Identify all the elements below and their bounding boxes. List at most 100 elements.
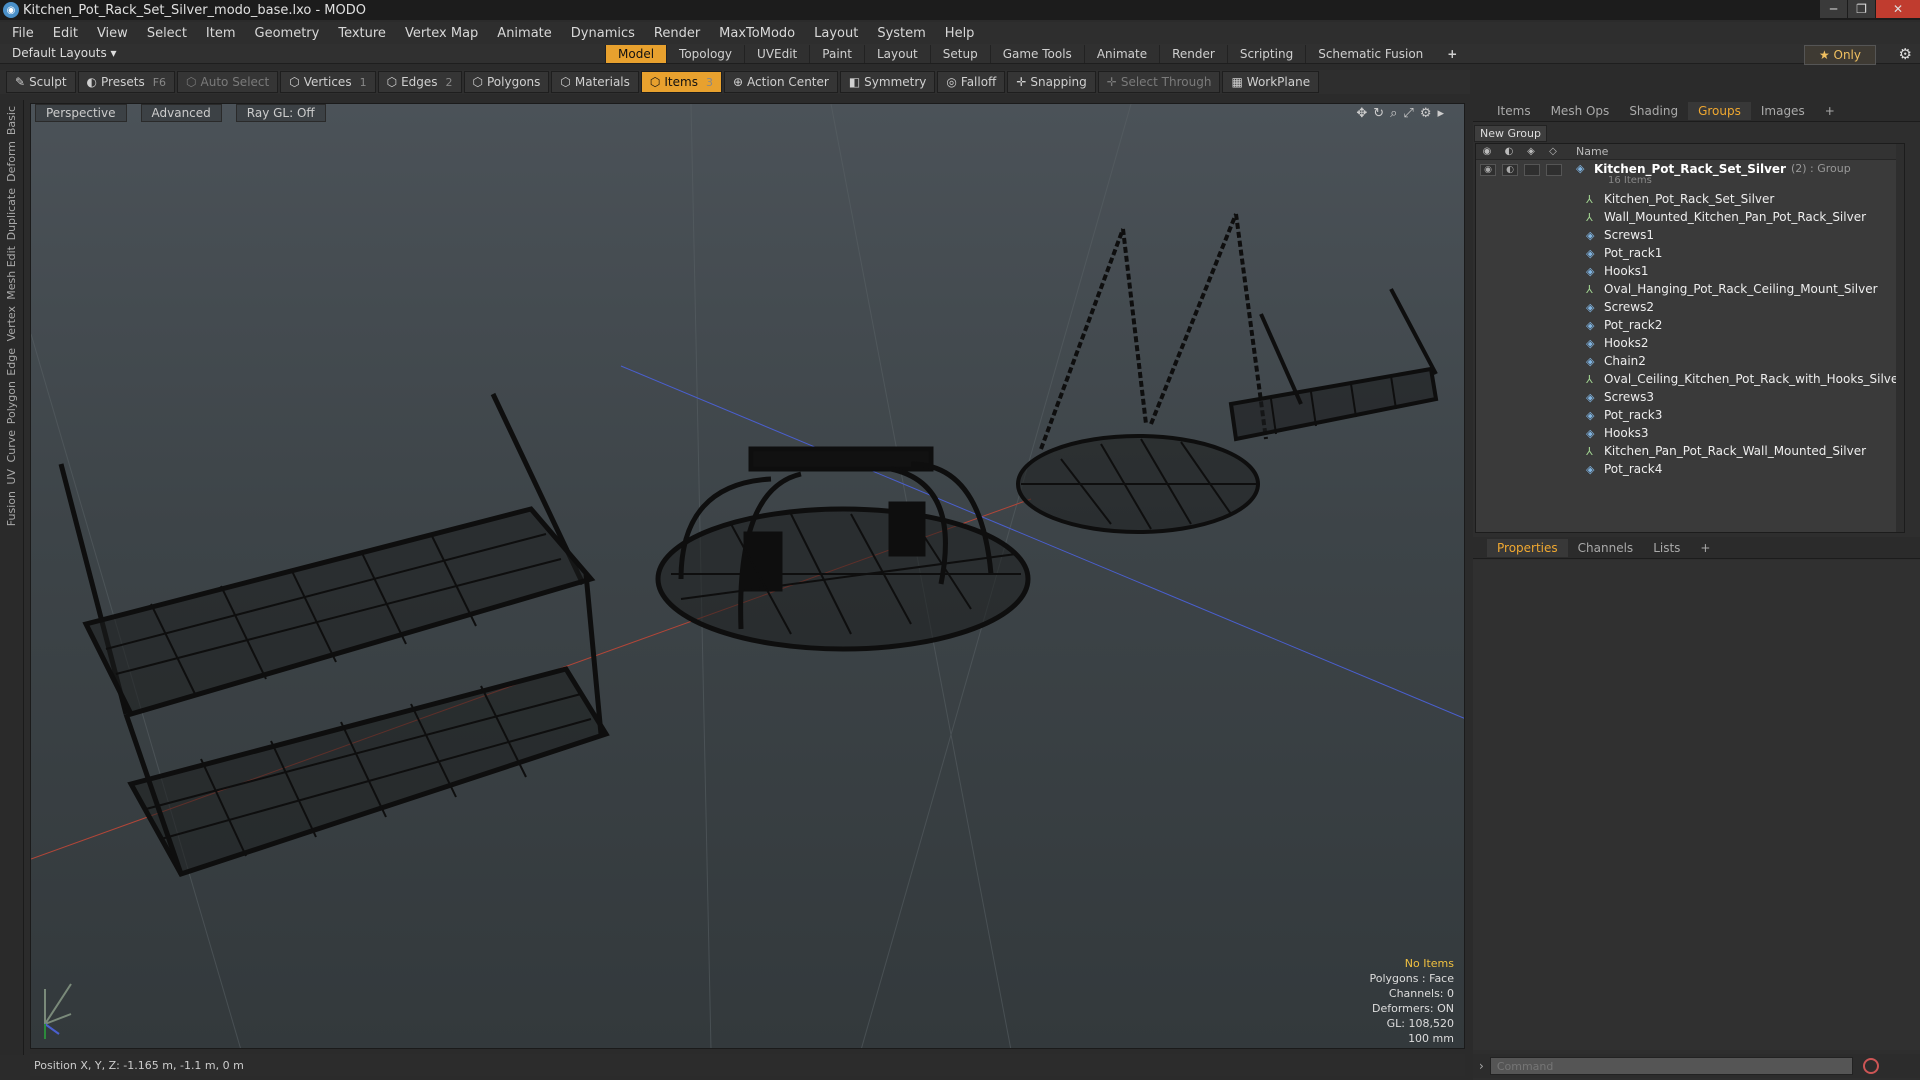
left-tab-mesh-edit[interactable]: Mesh Edit	[5, 246, 19, 300]
only-button[interactable]: ★ Only	[1803, 45, 1876, 65]
tab-render[interactable]: Render	[1159, 45, 1227, 63]
expand-arrow-icon[interactable]: ▸	[1437, 106, 1444, 121]
list-item[interactable]: ⅄ Oval_Ceiling_Kitchen_Pot_Rack_with_Hook…	[1476, 370, 1904, 388]
lock-icon[interactable]: ◈	[1520, 146, 1542, 157]
list-item[interactable]: ◈ Chain2	[1476, 352, 1904, 370]
group-select-icon[interactable]	[1546, 164, 1562, 176]
tab-properties[interactable]: Properties	[1487, 538, 1568, 557]
group-lock-icon[interactable]	[1524, 164, 1540, 176]
list-scrollbar[interactable]	[1896, 144, 1904, 532]
left-tab-vertex[interactable]: Vertex	[5, 306, 19, 341]
menu-view[interactable]: View	[97, 26, 128, 41]
select-icon[interactable]: ◇	[1542, 146, 1564, 157]
shading-advanced-dropdown[interactable]: Advanced	[140, 104, 222, 122]
stop-icon[interactable]	[1862, 1058, 1879, 1074]
left-tab-polygon[interactable]: Polygon	[5, 381, 19, 424]
view-perspective-dropdown[interactable]: Perspective	[35, 104, 127, 122]
tab-uvedit[interactable]: UVEdit	[744, 45, 809, 63]
add-tab-button[interactable]: +	[1435, 45, 1469, 63]
menu-render[interactable]: Render	[654, 26, 700, 41]
maximize-button[interactable]: ❐	[1848, 0, 1875, 18]
list-item[interactable]: ⅄ Kitchen_Pot_Rack_Set_Silver	[1476, 190, 1904, 208]
zoom-icon[interactable]: ⌕	[1390, 106, 1397, 121]
list-item[interactable]: ◈ Screws2	[1476, 298, 1904, 316]
tab-paint[interactable]: Paint	[809, 45, 864, 63]
list-item[interactable]: ⅄ Kitchen_Pan_Pot_Rack_Wall_Mounted_Silve…	[1476, 442, 1904, 460]
group-eye-icon[interactable]: ◉	[1480, 164, 1496, 176]
menu-texture[interactable]: Texture	[338, 26, 386, 41]
list-item[interactable]: ◈ Pot_rack2	[1476, 316, 1904, 334]
left-tab-basic[interactable]: Basic	[5, 106, 19, 135]
edges-button[interactable]: ⬡ Edges 2	[377, 71, 462, 93]
list-item[interactable]: ◈ Pot_rack4	[1476, 460, 1904, 478]
default-layouts-dropdown[interactable]: Default Layouts ▾	[12, 46, 117, 60]
viewport-gear-icon[interactable]: ⚙	[1420, 106, 1432, 121]
new-group-button[interactable]: New Group	[1474, 125, 1547, 142]
menu-system[interactable]: System	[877, 26, 925, 41]
list-item[interactable]: ◈ Screws3	[1476, 388, 1904, 406]
group-row[interactable]: ◉ ◐ ◈ Kitchen_Pot_Rack_Set_Silver (2) : …	[1476, 160, 1904, 190]
menu-item[interactable]: Item	[206, 26, 236, 41]
vertices-button[interactable]: ⬡ Vertices 1	[280, 71, 376, 93]
rotate-icon[interactable]: ↻	[1373, 106, 1384, 121]
tab-images[interactable]: Images	[1751, 102, 1815, 120]
snapping-button[interactable]: ✛ Snapping	[1007, 71, 1096, 93]
command-input[interactable]	[1489, 1057, 1853, 1075]
tab-channels[interactable]: Channels	[1568, 539, 1644, 557]
list-item[interactable]: ◈ Hooks2	[1476, 334, 1904, 352]
menu-select[interactable]: Select	[147, 26, 187, 41]
render-icon[interactable]: ◐	[1498, 146, 1520, 157]
minimize-button[interactable]: ─	[1820, 0, 1847, 18]
left-tab-duplicate[interactable]: Duplicate	[5, 188, 19, 240]
items-button[interactable]: ⬡ Items 3	[640, 71, 722, 93]
pan-icon[interactable]: ✥	[1356, 106, 1367, 121]
list-item[interactable]: ⅄ Wall_Mounted_Kitchen_Pan_Pot_Rack_Silve…	[1476, 208, 1904, 226]
action-center-button[interactable]: ⊕ Action Center	[723, 71, 838, 93]
menu-file[interactable]: File	[12, 26, 34, 41]
tab-shading[interactable]: Shading	[1619, 102, 1688, 120]
menu-animate[interactable]: Animate	[497, 26, 551, 41]
tab-mesh-ops[interactable]: Mesh Ops	[1541, 102, 1620, 120]
left-tab-fusion[interactable]: Fusion	[5, 491, 19, 526]
tab-lists[interactable]: Lists	[1643, 539, 1690, 557]
auto-select-button[interactable]: ⬡ Auto Select	[177, 71, 279, 93]
tab-model[interactable]: Model	[605, 45, 667, 63]
symmetry-button[interactable]: ◧ Symmetry	[839, 71, 936, 93]
list-item[interactable]: ◈ Hooks1	[1476, 262, 1904, 280]
tab-scripting[interactable]: Scripting	[1226, 45, 1305, 63]
tab-topology[interactable]: Topology	[666, 45, 744, 63]
list-item[interactable]: ◈ Hooks3	[1476, 424, 1904, 442]
tab-layout[interactable]: Layout	[863, 45, 930, 63]
menu-edit[interactable]: Edit	[53, 26, 78, 41]
tab-items[interactable]: Items	[1487, 102, 1541, 120]
sculpt-button[interactable]: ✎ Sculpt	[6, 71, 76, 93]
left-tab-edge[interactable]: Edge	[5, 348, 19, 376]
add-panel-tab-button[interactable]: +	[1815, 102, 1845, 120]
left-tab-deform[interactable]: Deform	[5, 141, 19, 182]
raygl-toggle[interactable]: Ray GL: Off	[235, 104, 326, 122]
tab-groups[interactable]: Groups	[1688, 101, 1751, 120]
polygons-button[interactable]: ⬡ Polygons	[463, 71, 550, 93]
list-item[interactable]: ◈ Pot_rack3	[1476, 406, 1904, 424]
menu-help[interactable]: Help	[945, 26, 975, 41]
materials-button[interactable]: ⬡ Materials	[551, 71, 639, 93]
tab-game-tools[interactable]: Game Tools	[989, 45, 1084, 63]
close-button[interactable]: ✕	[1876, 0, 1920, 18]
list-item[interactable]: ⅄ Oval_Hanging_Pot_Rack_Ceiling_Mount_Sil…	[1476, 280, 1904, 298]
select-through-button[interactable]: ✛ Select Through	[1097, 71, 1221, 93]
list-item[interactable]: ◈ Pot_rack1	[1476, 244, 1904, 262]
tab-schematic-fusion[interactable]: Schematic Fusion	[1305, 45, 1435, 63]
gear-icon[interactable]: ⚙	[1899, 45, 1912, 63]
menu-vertex-map[interactable]: Vertex Map	[405, 26, 478, 41]
3d-viewport[interactable]: Perspective Advanced Ray GL: Off ✥ ↻ ⌕ ⤢…	[30, 103, 1465, 1049]
list-item[interactable]: ◈ Screws1	[1476, 226, 1904, 244]
menu-geometry[interactable]: Geometry	[255, 26, 320, 41]
falloff-button[interactable]: ◎ Falloff	[937, 71, 1006, 93]
fit-icon[interactable]: ⤢	[1403, 106, 1413, 121]
add-lower-tab-button[interactable]: +	[1690, 539, 1720, 557]
tab-animate[interactable]: Animate	[1083, 45, 1159, 63]
tab-setup[interactable]: Setup	[929, 45, 990, 63]
workplane-button[interactable]: ▦ WorkPlane	[1222, 71, 1320, 93]
menu-maxtomodo[interactable]: MaxToModo	[719, 26, 795, 41]
group-render-icon[interactable]: ◐	[1502, 164, 1518, 176]
